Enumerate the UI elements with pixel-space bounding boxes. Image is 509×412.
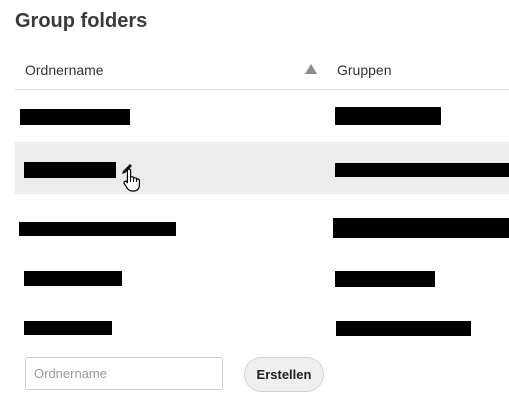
folder-groups-redacted[interactable] [335, 163, 509, 177]
folder-list [15, 90, 509, 350]
table-row[interactable] [15, 194, 509, 246]
page-title: Group folders [15, 10, 148, 32]
folder-name-input[interactable] [25, 357, 223, 390]
folder-name-redacted[interactable] [20, 109, 130, 125]
create-button[interactable]: Erstellen [244, 357, 324, 392]
folder-name-redacted[interactable] [24, 162, 116, 178]
hand-pointer-icon [123, 168, 140, 192]
table-header: Ordnername Gruppen [15, 50, 509, 90]
folder-name-redacted[interactable] [24, 271, 122, 286]
column-header-groups[interactable]: Gruppen [337, 62, 391, 78]
folder-groups-redacted[interactable] [333, 218, 509, 238]
folder-name-redacted[interactable] [19, 222, 176, 236]
table-row[interactable] [15, 246, 509, 298]
folder-groups-redacted[interactable] [335, 271, 435, 287]
column-header-name[interactable]: Ordnername [25, 62, 104, 78]
folder-groups-redacted[interactable] [335, 107, 441, 125]
folder-groups-redacted[interactable] [336, 321, 471, 336]
table-row[interactable] [15, 298, 509, 350]
table-row[interactable] [15, 142, 509, 194]
sort-ascending-icon[interactable] [305, 64, 317, 74]
table-row[interactable] [15, 90, 509, 142]
folder-name-redacted[interactable] [24, 321, 112, 335]
